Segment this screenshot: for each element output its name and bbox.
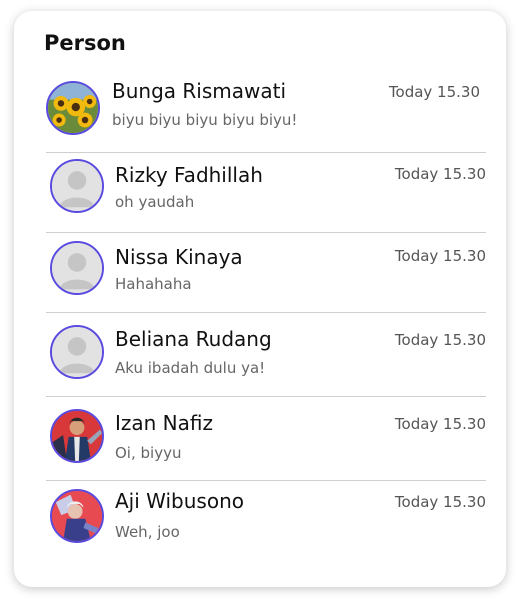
message-time: Today 15.30 [394, 331, 486, 349]
contact-name: Aji Wibusono [115, 489, 244, 513]
message-time: Today 15.30 [394, 247, 486, 265]
contact-row-beliana-rudang[interactable]: Beliana Rudang Today 15.30 Aku ibadah du… [46, 313, 486, 397]
contact-name: Izan Nafiz [115, 411, 213, 435]
message-time: Today 15.30 [394, 165, 486, 183]
message-time: Today 15.30 [388, 83, 480, 101]
person-list-card: Person Bunga Rismawati Today 15.30 biyu … [14, 11, 506, 587]
message-time: Today 15.30 [394, 493, 486, 511]
game-character-avatar [50, 409, 104, 463]
default-user-avatar [50, 159, 104, 213]
message-preview: Oi, biyyu [115, 444, 182, 462]
contact-name: Bunga Rismawati [112, 79, 287, 103]
contact-row-bunga-rismawati[interactable]: Bunga Rismawati Today 15.30 biyu biyu bi… [46, 73, 486, 153]
message-preview: oh yaudah [115, 193, 195, 211]
contact-row-izan-nafiz[interactable]: Izan Nafiz Today 15.30 Oi, biyyu [46, 397, 486, 481]
section-title: Person [44, 31, 126, 55]
default-user-avatar [50, 241, 104, 295]
game-character-avatar [50, 489, 104, 543]
contact-row-aji-wibusono[interactable]: Aji Wibusono Today 15.30 Weh, joo [46, 481, 486, 561]
message-preview: biyu biyu biyu biyu biyu! [112, 111, 298, 129]
contact-row-rizky-fadhillah[interactable]: Rizky Fadhillah Today 15.30 oh yaudah [46, 153, 486, 233]
message-preview: Hahahaha [115, 275, 192, 293]
sunflower-avatar [46, 81, 100, 135]
contact-row-nissa-kinaya[interactable]: Nissa Kinaya Today 15.30 Hahahaha [46, 233, 486, 313]
message-preview: Weh, joo [115, 523, 180, 541]
message-preview: Aku ibadah dulu ya! [115, 359, 266, 377]
default-user-avatar [50, 325, 104, 379]
contact-name: Rizky Fadhillah [115, 163, 263, 187]
contact-name: Beliana Rudang [115, 327, 272, 351]
message-time: Today 15.30 [394, 415, 486, 433]
contact-name: Nissa Kinaya [115, 245, 243, 269]
